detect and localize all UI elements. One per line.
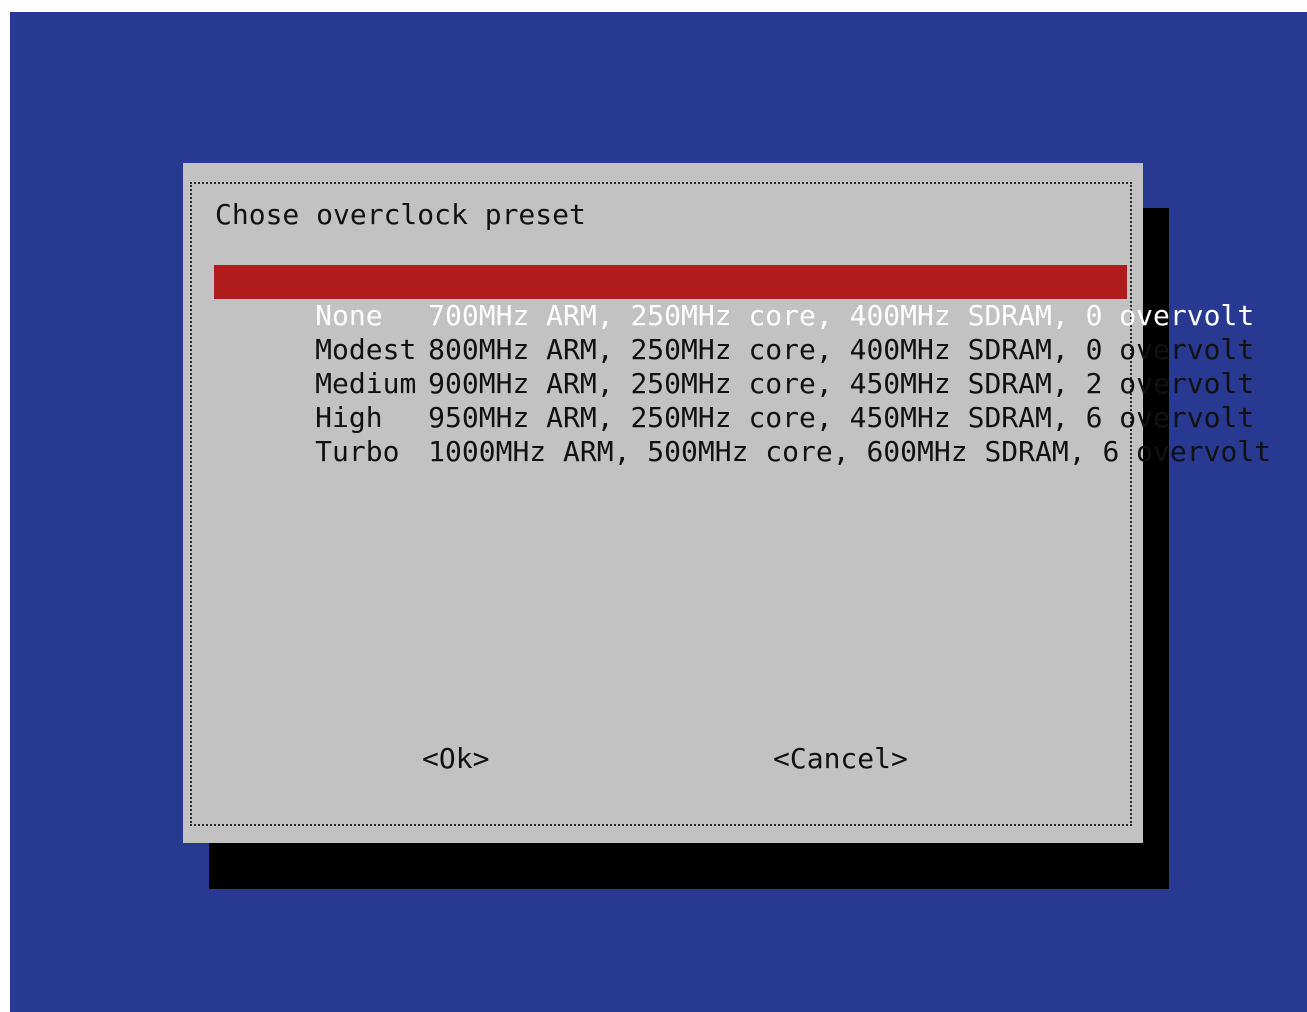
menu-item-tag: High bbox=[315, 401, 383, 434]
menu-item-description: 950MHz ARM, 250MHz core, 450MHz SDRAM, 6… bbox=[428, 401, 1255, 434]
overclock-dialog: Chose overclock preset None 700MHz ARM, 2… bbox=[183, 163, 1271, 843]
menu-item-description: 900MHz ARM, 250MHz core, 450MHz SDRAM, 2… bbox=[428, 367, 1255, 400]
dialog-title: Chose overclock preset bbox=[215, 198, 586, 231]
menu-item-description: 700MHz ARM, 250MHz core, 400MHz SDRAM, 0… bbox=[428, 299, 1255, 332]
cancel-button[interactable]: <Cancel> bbox=[773, 742, 908, 776]
menu-item-tag: Medium bbox=[315, 367, 417, 400]
preset-menu: None 700MHz ARM, 250MHz core, 400MHz SDRA… bbox=[214, 265, 1271, 468]
menu-item-description: 1000MHz ARM, 500MHz core, 600MHz SDRAM, … bbox=[428, 435, 1272, 468]
menu-item-none[interactable]: None 700MHz ARM, 250MHz core, 400MHz SDRA… bbox=[214, 265, 1254, 332]
menu-item-description: 800MHz ARM, 250MHz core, 400MHz SDRAM, 0… bbox=[428, 333, 1255, 366]
menu-item-tag: Turbo bbox=[315, 435, 400, 468]
menu-item-tag: Modest bbox=[315, 333, 417, 366]
ok-button[interactable]: <Ok> bbox=[422, 742, 489, 776]
menu-item-tag: None bbox=[315, 299, 383, 332]
